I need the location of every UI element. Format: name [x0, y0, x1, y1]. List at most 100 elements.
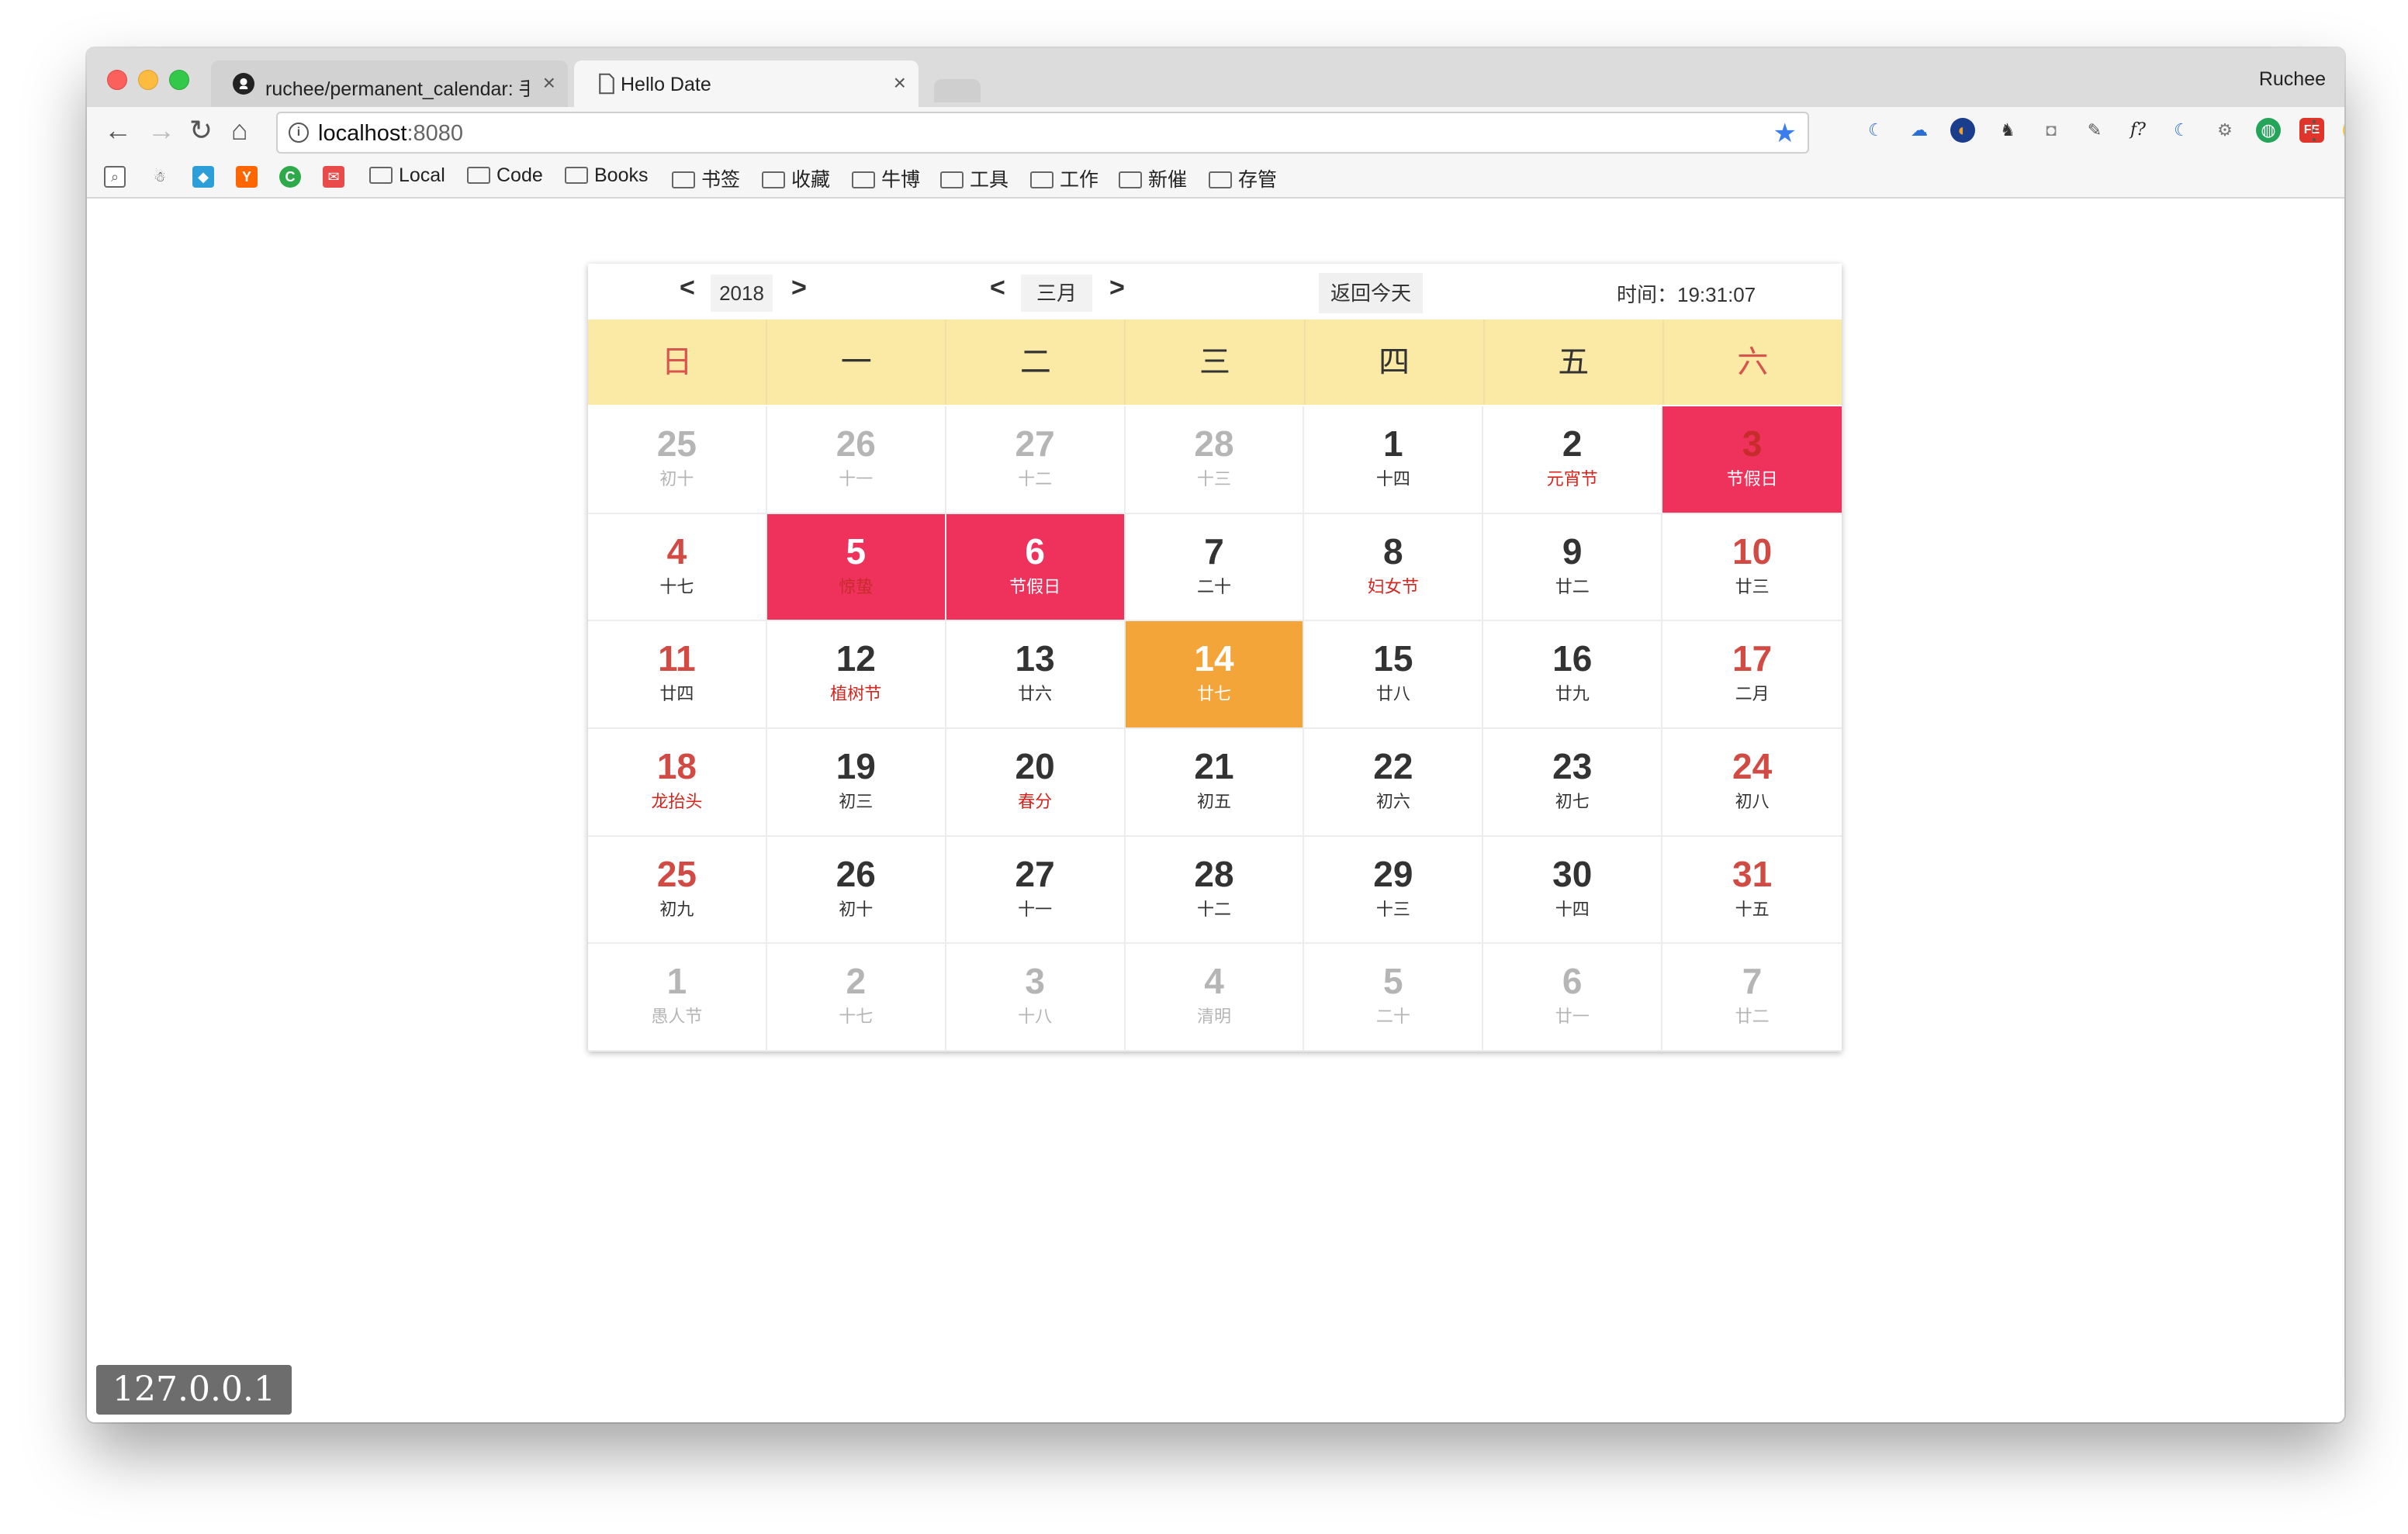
day-cell[interactable]: 10 廿三	[1662, 514, 1842, 622]
day-cell[interactable]: 29 十三	[1304, 836, 1484, 945]
cloud-extension-icon[interactable]: ☁	[1907, 118, 1932, 143]
day-cell[interactable]: 18 龙抬头	[588, 729, 767, 837]
day-cell[interactable]: 7 廿二	[1662, 944, 1842, 1052]
bookmark-folder[interactable]: 书签	[672, 164, 740, 192]
info-icon[interactable]: i	[289, 123, 309, 143]
day-number: 3	[1025, 961, 1045, 1002]
next-year-button[interactable]: >	[791, 273, 807, 303]
wave-extension-icon[interactable]: ☾	[2169, 118, 2194, 143]
day-cell[interactable]: 1 愚人节	[588, 944, 767, 1052]
day-cell[interactable]: 16 廿九	[1483, 621, 1663, 729]
day-cell[interactable]: 26 初十	[766, 836, 946, 945]
day-cell[interactable]: 30 十四	[1483, 836, 1663, 945]
day-cell[interactable]: 11 廿四	[588, 621, 767, 729]
day-cell[interactable]: 3 十八	[946, 944, 1126, 1052]
bookmark-folder[interactable]: 工作	[1030, 164, 1098, 192]
bookmark-star-icon[interactable]: ★	[1773, 118, 1797, 149]
smiley-extension-icon[interactable]: ☺	[2343, 118, 2344, 143]
function-extension-icon[interactable]: f?	[2126, 118, 2150, 143]
bookmark-folder[interactable]: 工具	[940, 164, 1009, 192]
tab-hello-date[interactable]: Hello Date ×	[574, 60, 919, 107]
c-bookmark-icon[interactable]: C	[279, 166, 301, 188]
day-cell[interactable]: 1 十四	[1304, 406, 1484, 514]
holiday-cell[interactable]: 3 节假日	[1662, 406, 1842, 514]
moon-extension-icon[interactable]: ☾	[1863, 118, 1888, 143]
day-cell[interactable]: 22 初六	[1304, 729, 1484, 837]
bookmark-folder[interactable]: Books	[565, 164, 648, 187]
holiday-cell[interactable]: 5 惊蛰	[766, 513, 946, 622]
day-cell[interactable]: 2 十七	[766, 944, 946, 1052]
minimize-window-button[interactable]	[138, 70, 158, 90]
day-cell[interactable]: 24 初八	[1662, 729, 1842, 837]
reload-icon[interactable]: ↻	[189, 115, 213, 146]
next-month-button[interactable]: >	[1109, 273, 1125, 303]
bookmark-folder[interactable]: 新催	[1119, 164, 1187, 192]
day-cell[interactable]: 15 廿八	[1304, 621, 1484, 729]
bookmark-folder[interactable]: 收藏	[762, 164, 830, 192]
day-cell[interactable]: 5 二十	[1304, 944, 1484, 1052]
day-cell[interactable]: 4 十七	[588, 513, 767, 622]
new-tab-button[interactable]	[934, 79, 981, 102]
profile-name[interactable]: Ruchee	[2259, 68, 2326, 91]
holiday-cell[interactable]: 6 节假日	[946, 513, 1126, 622]
day-cell[interactable]: 26 十一	[766, 406, 946, 514]
address-bar[interactable]: i localhost:8080 ★	[276, 112, 1809, 154]
weekday-fri: 五	[1485, 320, 1664, 405]
lunar-date: 廿一	[1555, 1007, 1590, 1027]
year-select[interactable]: 2018	[711, 275, 773, 312]
bookmark-label: 收藏	[791, 169, 831, 191]
eyedropper-extension-icon[interactable]: ✎	[2082, 118, 2107, 143]
penguin-extension-icon[interactable]: ♞	[1995, 118, 2020, 143]
day-cell[interactable]: 20 春分	[946, 729, 1126, 837]
day-cell[interactable]: 4 清明	[1125, 944, 1305, 1052]
bookmark-folder[interactable]: 牛博	[852, 164, 920, 192]
maximize-window-button[interactable]	[169, 70, 189, 90]
bookmark-folder[interactable]: Code	[467, 164, 543, 187]
day-cell[interactable]: 21 初五	[1125, 729, 1305, 837]
prev-year-button[interactable]: <	[680, 273, 695, 303]
day-cell[interactable]: 25 初九	[588, 836, 767, 945]
close-tab-icon[interactable]: ×	[894, 71, 906, 95]
back-to-today-button[interactable]: 返回今天	[1319, 273, 1423, 313]
day-cell[interactable]: 17 二月	[1662, 621, 1842, 729]
bookmark-folder[interactable]: 存管	[1209, 164, 1277, 192]
tab-github[interactable]: ruchee/permanent_calendar: 手 ×	[211, 60, 568, 107]
day-number: 2	[846, 961, 867, 1002]
forward-icon[interactable]: →	[147, 115, 175, 146]
weibo-bookmark-icon[interactable]: ✉	[323, 166, 344, 188]
url-port: :8080	[407, 121, 464, 146]
month-select[interactable]: 三月	[1021, 275, 1092, 312]
bird-bookmark-icon[interactable]: ◆	[192, 166, 214, 188]
globe-extension-icon[interactable]: ◍	[2256, 118, 2281, 143]
gear-extension-icon[interactable]: ⚙	[2213, 118, 2237, 143]
day-cell[interactable]: 12 植树节	[766, 621, 946, 729]
day-cell[interactable]: 31 十五	[1662, 837, 1842, 945]
day-cell[interactable]: 9 廿二	[1483, 513, 1663, 622]
home-icon[interactable]: ⌂	[231, 115, 248, 146]
day-cell[interactable]: 8 妇女节	[1304, 513, 1484, 622]
day-cell[interactable]: 13 廿六	[946, 621, 1126, 729]
day-cell[interactable]: 27 十二	[946, 406, 1126, 514]
back-icon[interactable]: ←	[104, 115, 132, 146]
day-cell[interactable]: 23 初七	[1483, 729, 1663, 837]
menu-icon[interactable]: ⋮	[2301, 116, 2327, 144]
close-window-button[interactable]	[107, 70, 127, 90]
day-cell[interactable]: 27 十一	[946, 836, 1126, 945]
camera-extension-icon[interactable]: ◘	[2039, 118, 2064, 143]
day-cell[interactable]: 6 廿一	[1483, 944, 1663, 1052]
day-cell[interactable]: 19 初三	[766, 729, 946, 837]
day-cell[interactable]: 2 元宵节	[1483, 406, 1663, 514]
day-cell[interactable]: 28 十三	[1125, 406, 1305, 514]
close-tab-icon[interactable]: ×	[543, 71, 555, 95]
today-cell[interactable]: 14 廿七	[1125, 621, 1305, 729]
day-cell[interactable]: 25 初十	[588, 406, 767, 514]
day-cell[interactable]: 28 十二	[1125, 836, 1305, 945]
prev-month-button[interactable]: <	[990, 273, 1005, 303]
owl-bookmark-icon[interactable]: ☃	[149, 166, 171, 188]
search-icon[interactable]: ⌕	[104, 166, 126, 188]
ycombinator-bookmark-icon[interactable]: Y	[236, 166, 258, 188]
swirl-extension-icon[interactable]: ◐	[1950, 118, 1975, 143]
bookmark-folder[interactable]: Local	[369, 164, 445, 187]
day-number: 4	[666, 530, 687, 572]
day-cell[interactable]: 7 二十	[1125, 513, 1305, 622]
